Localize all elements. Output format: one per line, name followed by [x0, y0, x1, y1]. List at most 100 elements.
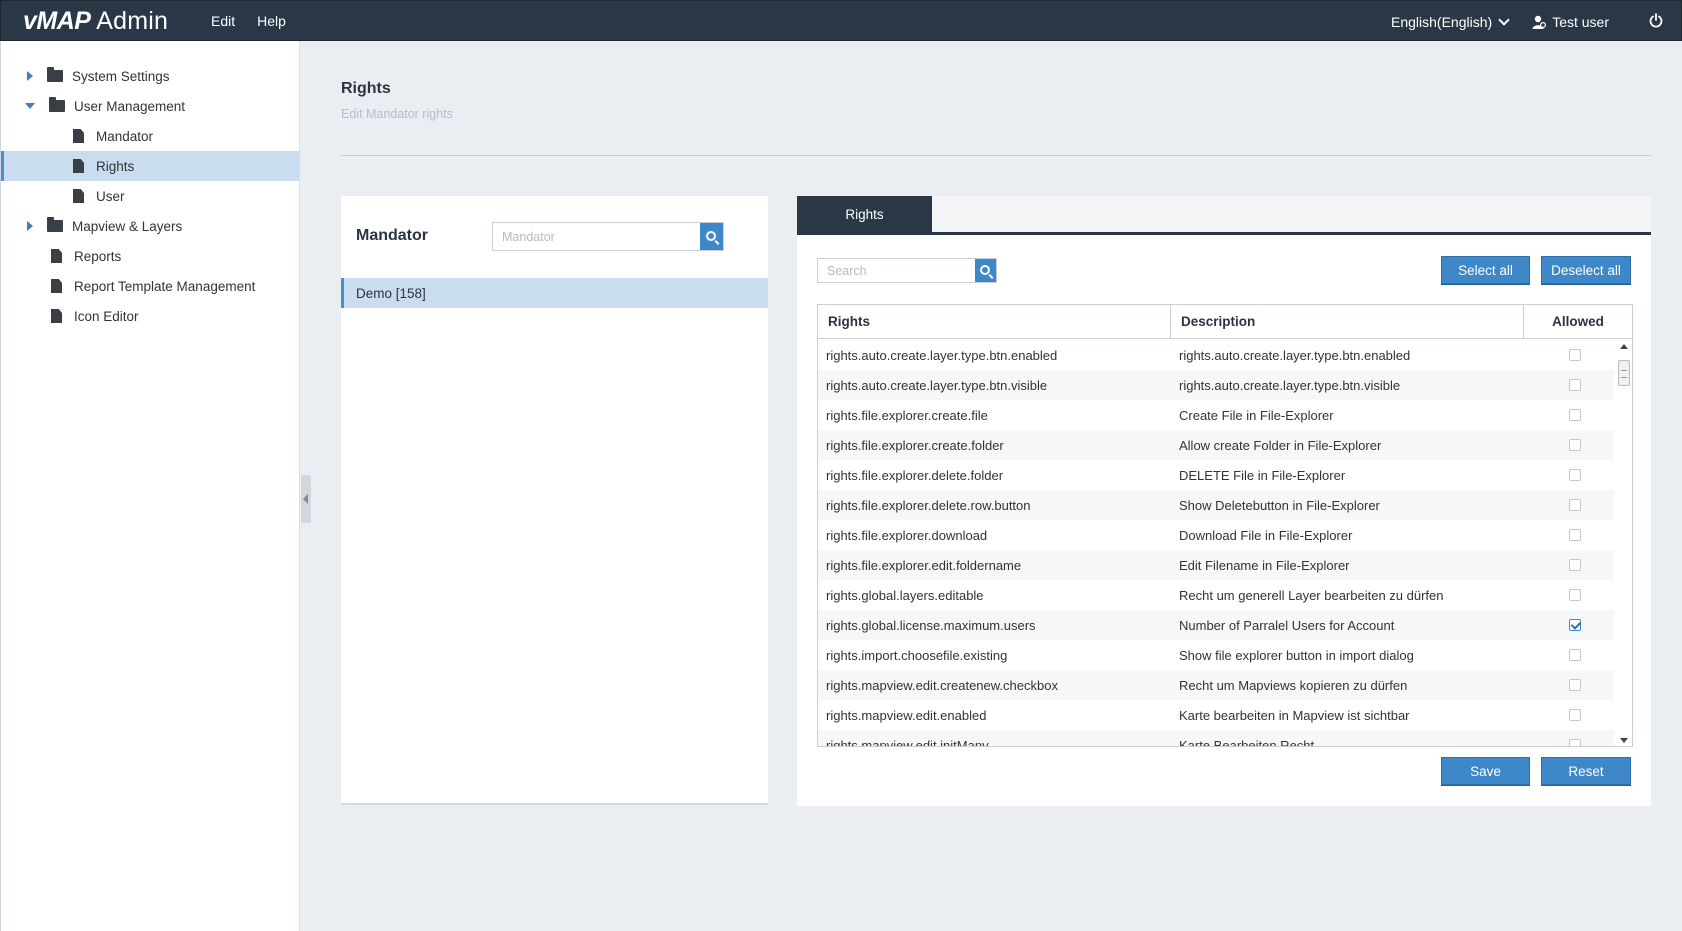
allowed-cell — [1524, 379, 1614, 391]
allowed-checkbox[interactable] — [1569, 349, 1581, 361]
right-key-cell: rights.global.license.maximum.users — [826, 617, 1036, 633]
sidebar-item-user-management[interactable]: User Management — [1, 91, 299, 121]
sidebar-tree: System Settings User Management Mandator… — [0, 41, 300, 931]
allowed-cell — [1524, 409, 1614, 421]
allowed-checkbox[interactable] — [1569, 379, 1581, 391]
caret-right-icon[interactable] — [27, 71, 33, 81]
allowed-cell — [1524, 469, 1614, 481]
table-row[interactable]: rights.global.license.maximum.users Numbe… — [818, 610, 1614, 640]
select-all-button[interactable]: Select all — [1441, 256, 1530, 284]
header-divider — [341, 155, 1651, 156]
tab-rights[interactable]: Rights — [797, 196, 932, 233]
allowed-checkbox[interactable] — [1569, 709, 1581, 721]
sidebar-collapse-handle[interactable] — [301, 475, 311, 523]
user-name: Test user — [1552, 14, 1609, 30]
language-label: English(English) — [1391, 14, 1493, 30]
allowed-checkbox[interactable] — [1569, 679, 1581, 691]
sidebar-item-system-settings[interactable]: System Settings — [1, 61, 299, 91]
sidebar-item-mapview-layers[interactable]: Mapview & Layers — [1, 211, 299, 241]
allowed-checkbox[interactable] — [1569, 649, 1581, 661]
right-description-cell: Allow create Folder in File-Explorer — [1179, 437, 1382, 453]
caret-down-icon[interactable] — [25, 103, 35, 109]
right-description-cell: DELETE File in File-Explorer — [1179, 467, 1346, 483]
file-icon — [51, 309, 62, 323]
rights-search-button[interactable] — [975, 259, 996, 282]
column-header-allowed[interactable]: Allowed — [1524, 305, 1632, 338]
chevron-down-icon — [1498, 14, 1510, 26]
sidebar-item-mandator[interactable]: Mandator — [1, 121, 299, 151]
allowed-cell — [1524, 439, 1614, 451]
allowed-cell — [1524, 619, 1614, 631]
table-row[interactable]: rights.global.layers.editable Recht um ge… — [818, 580, 1614, 610]
allowed-checkbox[interactable] — [1569, 739, 1581, 746]
allowed-cell — [1524, 499, 1614, 511]
right-description-cell: Show Deletebutton in File-Explorer — [1179, 497, 1380, 513]
sidebar-item-label: System Settings — [72, 68, 170, 84]
allowed-cell — [1524, 559, 1614, 571]
table-row[interactable]: rights.import.choosefile.existing Show fi… — [818, 640, 1614, 670]
right-key-cell: rights.file.explorer.create.file — [826, 407, 988, 423]
allowed-checkbox[interactable] — [1569, 559, 1581, 571]
sidebar-item-label: Report Template Management — [74, 278, 256, 294]
brand-sub: Admin — [96, 7, 169, 35]
table-row[interactable]: rights.file.explorer.delete.row.button Sh… — [818, 490, 1614, 520]
folder-icon — [47, 67, 63, 82]
deselect-all-button[interactable]: Deselect all — [1541, 256, 1631, 284]
allowed-checkbox[interactable] — [1569, 409, 1581, 421]
table-row[interactable]: rights.file.explorer.edit.foldername Edit… — [818, 550, 1614, 580]
file-icon — [51, 249, 62, 263]
table-scrollbar[interactable] — [1616, 340, 1632, 746]
allowed-checkbox[interactable] — [1569, 439, 1581, 451]
table-row[interactable]: rights.mapview.edit.enabled Karte bearbei… — [818, 700, 1614, 730]
column-header-description[interactable]: Description — [1171, 305, 1524, 338]
table-row[interactable]: rights.file.explorer.download Download Fi… — [818, 520, 1614, 550]
allowed-checkbox[interactable] — [1569, 469, 1581, 481]
scroll-up-icon[interactable] — [1620, 344, 1628, 349]
mandator-search-input[interactable] — [493, 223, 700, 250]
allowed-cell — [1524, 649, 1614, 661]
table-row[interactable]: rights.mapview.edit.createnew.checkbox Re… — [818, 670, 1614, 700]
table-row[interactable]: rights.file.explorer.delete.folder DELETE… — [818, 460, 1614, 490]
reset-button[interactable]: Reset — [1541, 757, 1631, 785]
sidebar-item-icon-editor[interactable]: Icon Editor — [1, 301, 299, 331]
mandator-search-button[interactable] — [700, 223, 723, 250]
menu-edit[interactable]: Edit — [211, 13, 235, 29]
search-icon — [979, 264, 990, 275]
scroll-down-icon[interactable] — [1620, 738, 1628, 743]
mandator-list-item[interactable]: Demo [158] — [341, 278, 768, 308]
sidebar-item-label: Mandator — [96, 128, 154, 144]
right-description-cell: Number of Parralel Users for Account — [1179, 617, 1395, 633]
table-row[interactable]: rights.auto.create.layer.type.btn.visibl… — [818, 370, 1614, 400]
tab-bar: Rights — [797, 196, 1651, 235]
allowed-checkbox[interactable] — [1569, 619, 1581, 631]
language-dropdown[interactable]: English(English) — [1391, 14, 1510, 30]
sidebar-item-report-template-management[interactable]: Report Template Management — [1, 271, 299, 301]
table-header: Rights Description Allowed — [818, 305, 1632, 339]
sidebar-item-label: Icon Editor — [74, 308, 139, 324]
rights-search-input[interactable] — [818, 259, 975, 282]
folder-icon — [47, 217, 63, 232]
right-description-cell: rights.auto.create.layer.type.btn.enable… — [1179, 347, 1411, 363]
right-description-cell: Edit Filename in File-Explorer — [1179, 557, 1350, 573]
allowed-checkbox[interactable] — [1569, 589, 1581, 601]
save-button[interactable]: Save — [1441, 757, 1530, 785]
table-row[interactable]: rights.mapview.edit.initMapv Karte Bearbe… — [818, 730, 1614, 746]
menu-help[interactable]: Help — [257, 13, 286, 29]
caret-right-icon[interactable] — [27, 221, 33, 231]
column-header-rights[interactable]: Rights — [818, 305, 1171, 338]
table-row[interactable]: rights.file.explorer.create.folder Allow … — [818, 430, 1614, 460]
sidebar-item-user[interactable]: User — [1, 181, 299, 211]
allowed-checkbox[interactable] — [1569, 529, 1581, 541]
right-key-cell: rights.file.explorer.download — [826, 527, 988, 543]
sidebar-item-reports[interactable]: Reports — [1, 241, 299, 271]
table-row[interactable]: rights.file.explorer.create.file Create F… — [818, 400, 1614, 430]
sidebar-item-label: Mapview & Layers — [72, 218, 183, 234]
allowed-checkbox[interactable] — [1569, 499, 1581, 511]
allowed-cell — [1524, 349, 1614, 361]
scroll-thumb[interactable] — [1618, 360, 1630, 386]
table-row[interactable]: rights.auto.create.layer.type.btn.enable… — [818, 340, 1614, 370]
logout-button[interactable] — [1649, 13, 1663, 31]
sidebar-item-rights[interactable]: Rights — [1, 151, 299, 181]
user-menu[interactable]: Test user — [1532, 14, 1609, 30]
rights-search — [817, 258, 997, 283]
